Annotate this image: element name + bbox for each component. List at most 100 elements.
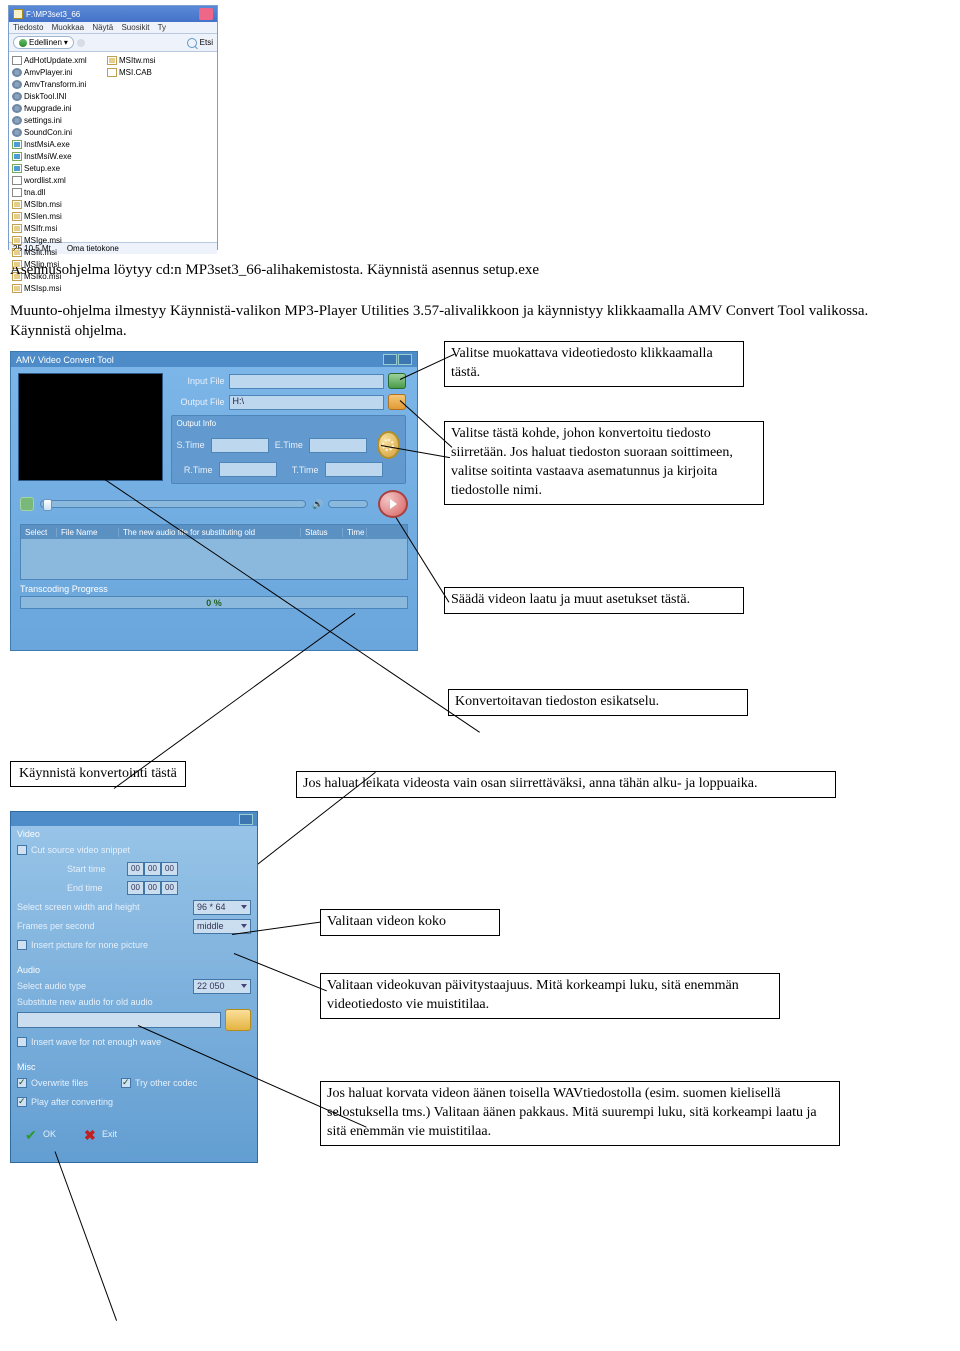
file-icon: [12, 92, 22, 101]
search-label[interactable]: Etsi: [200, 38, 213, 47]
stime-label: S.Time: [177, 440, 205, 450]
audio-type-combo[interactable]: 22 050: [193, 979, 251, 994]
chevron-down-icon: [241, 905, 247, 909]
file-item[interactable]: MSI.CAB: [107, 66, 202, 78]
file-name: tna.dll: [24, 188, 45, 197]
output-file-label: Output File: [171, 397, 225, 407]
window-controls[interactable]: [383, 354, 412, 365]
file-item[interactable]: wordlist.xml: [12, 174, 107, 186]
audio-type-label: Select audio type: [17, 981, 193, 991]
output-file-field[interactable]: H:\: [229, 395, 384, 410]
fps-label: Frames per second: [17, 921, 193, 931]
wave-checkbox[interactable]: [17, 1037, 27, 1047]
trycodec-label: Try other codec: [135, 1078, 197, 1088]
menu-view[interactable]: Näytä: [92, 23, 113, 32]
chevron-down-icon: [241, 924, 247, 928]
browse-input-button[interactable]: [388, 373, 406, 389]
file-item[interactable]: DiskTool.INI: [12, 90, 107, 102]
file-item[interactable]: AdHotUpdate.xml: [12, 54, 107, 66]
folder-icon[interactable]: [225, 1009, 251, 1031]
file-item[interactable]: settings.ini: [12, 114, 107, 126]
seek-slider[interactable]: [40, 500, 306, 508]
file-item[interactable]: InstMsiW.exe: [12, 150, 107, 162]
menu-file[interactable]: Tiedosto: [13, 23, 43, 32]
progress-label: Transcoding Progress: [20, 584, 408, 594]
menu-fav[interactable]: Suosikit: [121, 23, 149, 32]
file-item[interactable]: MSIen.msi: [12, 210, 107, 222]
input-file-field[interactable]: [229, 374, 384, 389]
overwrite-checkbox[interactable]: [17, 1078, 27, 1088]
callout-preview: Konvertoitavan tiedoston esikatselu.: [448, 689, 748, 716]
etime-field[interactable]: [309, 438, 367, 453]
file-item[interactable]: MSItw.msi: [107, 54, 202, 66]
stime-field[interactable]: [211, 438, 269, 453]
trycodec-checkbox[interactable]: [121, 1078, 131, 1088]
spin-ss[interactable]: 00: [161, 881, 178, 895]
output-info-panel: Output Info S.Time E.Time R.Time T.Time: [171, 415, 406, 484]
audio-path-field[interactable]: [17, 1012, 221, 1028]
callout-audio: Jos haluat korvata videon äänen toisella…: [320, 1081, 840, 1146]
file-explorer-window: F:\MP3set3_66 Tiedosto Muokkaa Näytä Suo…: [8, 5, 218, 250]
ttime-label: T.Time: [283, 465, 319, 475]
file-item[interactable]: fwupgrade.ini: [12, 102, 107, 114]
menu-ty[interactable]: Ty: [158, 23, 166, 32]
file-item[interactable]: SoundCon.ini: [12, 126, 107, 138]
file-name: fwupgrade.ini: [24, 104, 72, 113]
video-heading: Video: [17, 829, 251, 839]
ttime-field[interactable]: [325, 462, 383, 477]
th-newaudio: The new audio file for substituting old: [121, 528, 301, 537]
fps-combo[interactable]: middle: [193, 919, 251, 934]
nav-back-button[interactable]: Edellinen ▾: [13, 36, 74, 49]
etime-label: E.Time: [275, 440, 303, 450]
misc-heading: Misc: [17, 1062, 251, 1072]
forward-icon[interactable]: [77, 39, 85, 47]
progress-bar: 0 %: [20, 596, 408, 609]
file-item[interactable]: AmvPlayer.ini: [12, 66, 107, 78]
substitute-label: Substitute new audio for old audio: [17, 997, 153, 1007]
close-icon[interactable]: [199, 8, 213, 20]
volume-slider[interactable]: [328, 500, 368, 508]
wave-label: Insert wave for not enough wave: [31, 1037, 251, 1047]
th-status: Status: [303, 528, 343, 537]
menu-edit[interactable]: Muokkaa: [52, 23, 84, 32]
spin-mm[interactable]: 00: [144, 881, 161, 895]
back-icon: [19, 39, 27, 47]
volume-icon[interactable]: 🔊: [312, 499, 322, 509]
spin-mm[interactable]: 00: [144, 862, 161, 876]
wh-combo[interactable]: 96 * 64: [193, 900, 251, 915]
file-name: MSI.CAB: [119, 68, 152, 77]
exit-button[interactable]: ✖Exit: [84, 1127, 117, 1141]
file-item[interactable]: Setup.exe: [12, 162, 107, 174]
search-icon[interactable]: [187, 38, 197, 48]
start-convert-button[interactable]: [378, 490, 408, 518]
amv-window: AMV Video Convert Tool Input File Output…: [10, 351, 418, 651]
ok-button[interactable]: ✔OK: [25, 1127, 56, 1141]
close-icon[interactable]: [239, 814, 253, 825]
amv-diagram: AMV Video Convert Tool Input File Output…: [10, 351, 950, 751]
cut-label: Cut source video snippet: [31, 845, 251, 855]
th-time: Time: [345, 528, 367, 537]
file-icon: [12, 176, 22, 185]
file-item[interactable]: MSIsp.msi: [12, 282, 107, 294]
end-time-label: End time: [67, 883, 127, 893]
spin-hh[interactable]: 00: [127, 862, 144, 876]
file-item[interactable]: AmvTransform.ini: [12, 78, 107, 90]
insert-pic-checkbox[interactable]: [17, 940, 27, 950]
file-name: InstMsiA.exe: [24, 140, 70, 149]
rtime-field[interactable]: [219, 462, 277, 477]
toolbar: Edellinen ▾ Etsi: [9, 34, 217, 52]
file-name: MSIen.msi: [24, 212, 62, 221]
file-icon: [107, 68, 117, 77]
file-item[interactable]: MSIfr.msi: [12, 222, 107, 234]
file-icon: [12, 56, 22, 65]
cut-checkbox[interactable]: [17, 845, 27, 855]
file-item[interactable]: tna.dll: [12, 186, 107, 198]
wh-label: Select screen width and height: [17, 902, 193, 912]
spin-hh[interactable]: 00: [127, 881, 144, 895]
playafter-checkbox[interactable]: [17, 1097, 27, 1107]
spin-ss[interactable]: 00: [161, 862, 178, 876]
file-item[interactable]: InstMsiA.exe: [12, 138, 107, 150]
repeat-icon[interactable]: [20, 497, 34, 511]
file-icon: [107, 56, 117, 65]
file-item[interactable]: MSIbn.msi: [12, 198, 107, 210]
